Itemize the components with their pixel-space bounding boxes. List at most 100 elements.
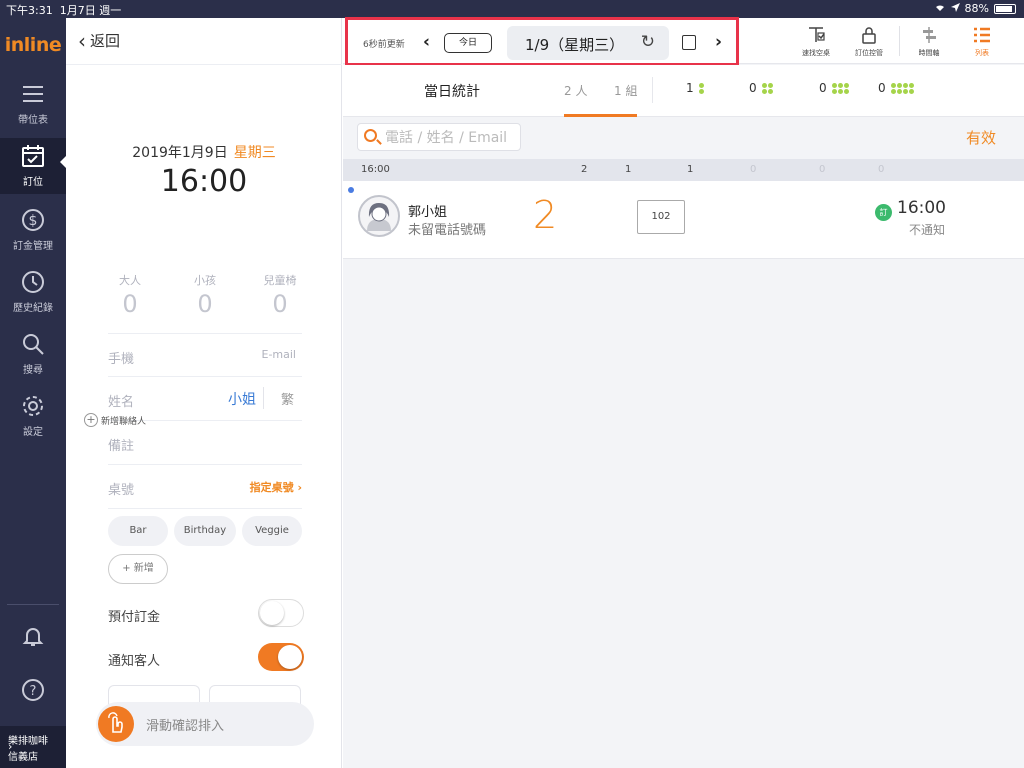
tool-label: 速找空桌: [802, 49, 830, 57]
help-icon[interactable]: ?: [21, 678, 45, 702]
person-dot: [761, 88, 767, 94]
people-dots-icon: [698, 82, 704, 94]
clock-icon: [22, 271, 44, 293]
highchair-count-label: 兒童椅: [263, 274, 297, 287]
table-label: 桌號: [108, 483, 135, 498]
status-filter[interactable]: 有效: [966, 127, 996, 148]
adult-count-value: 0: [122, 290, 138, 318]
group-size-count: 0: [819, 81, 827, 95]
date-navigator-highlight: 6秒前更新 ‹ 今日 1/9（星期三） ↻ ›: [345, 17, 739, 66]
adult-count[interactable]: 大人 0: [100, 272, 160, 318]
title-miss-option[interactable]: 小姐: [228, 389, 256, 409]
bell-icon[interactable]: [21, 624, 45, 648]
calendar-check-icon: [22, 145, 44, 167]
tool-list[interactable]: 列表: [957, 24, 1007, 60]
booking-time[interactable]: 16:00: [66, 164, 342, 199]
sidebar-item-label: 搜尋: [23, 365, 43, 376]
person-dot: [843, 88, 849, 94]
slot-groups: 1: [625, 164, 632, 175]
person-dot: [896, 82, 902, 88]
back-button[interactable]: ‹ 返回: [78, 30, 120, 51]
tool-label: 時間軸: [918, 49, 940, 57]
person-dot: [831, 88, 837, 94]
title-other-option[interactable]: 繁: [281, 389, 294, 408]
notify-toggle[interactable]: [258, 643, 304, 671]
assign-table-button[interactable]: 指定桌號 ›: [250, 479, 302, 495]
tool-booking-control[interactable]: 訂位控管: [844, 24, 894, 60]
person-dot: [908, 82, 914, 88]
unread-dot: [348, 187, 354, 193]
stats-people[interactable]: 2 人: [564, 82, 587, 99]
sidebar-item-settings[interactable]: 設定: [0, 388, 66, 444]
group-size-stat: 0: [819, 81, 849, 95]
adult-count-label: 大人: [119, 274, 141, 287]
phone-field[interactable]: 手機: [108, 348, 134, 367]
chevron-right-icon: ›: [297, 481, 302, 494]
gear-icon: [23, 396, 43, 416]
name-field[interactable]: 姓名: [108, 391, 134, 410]
note-icon[interactable]: [682, 35, 696, 50]
reservation-card[interactable]: 郭小姐 未留電話號碼 2 102 訂 16:00 不通知: [343, 181, 1024, 259]
note-field[interactable]: 備註: [108, 435, 134, 454]
sidebar-divider: [7, 604, 59, 605]
sidebar-item-search[interactable]: 搜尋: [0, 326, 66, 382]
next-day-button[interactable]: ›: [715, 32, 722, 52]
date-picker[interactable]: 1/9（星期三） ↻: [507, 26, 669, 60]
add-tag-button[interactable]: + 新增: [108, 554, 168, 584]
refresh-icon[interactable]: ↻: [641, 32, 655, 52]
tool-find-table[interactable]: 速找空桌: [791, 24, 841, 60]
sidebar-item-seating[interactable]: 帶位表: [0, 76, 66, 132]
deposit-toggle[interactable]: [258, 599, 304, 627]
booking-date[interactable]: 2019年1月9日 星期三: [66, 142, 342, 162]
tag-chip[interactable]: Bar: [108, 516, 168, 546]
slot-group-size-3: 0: [819, 164, 826, 175]
person-dot: [698, 82, 704, 88]
status-right: 88%: [934, 2, 1016, 15]
reservation-list: 有效 16:00 2 1 1 0 0 0 郭小姐 未留電話號碼 2 102 訂: [343, 118, 1024, 768]
sidebar: inline 帶位表 訂位 $ 訂金管理 歷史紀錄 搜尋 設定 ? 樂排咖啡 信…: [0, 18, 68, 768]
plus-icon: +: [84, 413, 98, 427]
today-button[interactable]: 今日: [444, 33, 492, 53]
female-avatar-icon: [367, 203, 391, 231]
people-dots-icon: [761, 82, 773, 94]
table-number[interactable]: 102: [637, 200, 685, 234]
tool-timeline[interactable]: 時間軸: [904, 24, 954, 60]
customer-phone: 未留電話號碼: [408, 223, 487, 238]
menu-icon: [23, 86, 43, 102]
sidebar-item-label: 設定: [23, 427, 43, 438]
search-icon: [364, 129, 377, 142]
slot-group-size-2: 0: [750, 164, 757, 175]
lock-icon: [862, 27, 876, 44]
search-box[interactable]: [357, 123, 521, 151]
search-input[interactable]: [385, 128, 517, 148]
tag-chip[interactable]: Birthday: [174, 516, 236, 546]
booking-time: 16:00: [897, 198, 946, 218]
group-size-count: 1: [686, 81, 694, 95]
sidebar-item-booking[interactable]: 訂位: [0, 138, 66, 194]
sidebar-item-history[interactable]: 歷史紀錄: [0, 264, 66, 320]
current-date: 1/9（星期三）: [525, 36, 625, 54]
person-dot: [902, 82, 908, 88]
person-dot: [767, 82, 773, 88]
person-dot: [837, 82, 843, 88]
highchair-count[interactable]: 兒童椅 0: [250, 272, 310, 318]
slot-people: 2: [581, 164, 588, 175]
person-dot: [831, 82, 837, 88]
highchair-count-value: 0: [272, 290, 288, 318]
person-dot: [890, 88, 896, 94]
toggle-knob: [260, 601, 284, 625]
tag-chip[interactable]: Veggie: [242, 516, 302, 546]
status-bar: 下午3:31 1月7日 週一 88%: [0, 0, 1024, 18]
child-count[interactable]: 小孩 0: [175, 272, 235, 318]
email-field[interactable]: E-mail: [262, 348, 297, 361]
assign-table-label: 指定桌號: [249, 481, 294, 494]
prev-day-button[interactable]: ‹: [423, 32, 430, 52]
swipe-handle[interactable]: [98, 706, 134, 742]
swipe-confirm-slider[interactable]: 滑動確認排入: [96, 702, 314, 746]
notify-status: 不通知: [909, 223, 946, 237]
booking-badge: 訂: [875, 204, 892, 221]
store-switcher[interactable]: 樂排咖啡 信義店 ›: [0, 726, 66, 768]
person-dot: [767, 88, 773, 94]
stats-groups[interactable]: 1 組: [614, 82, 637, 99]
sidebar-item-deposit[interactable]: $ 訂金管理: [0, 202, 66, 258]
